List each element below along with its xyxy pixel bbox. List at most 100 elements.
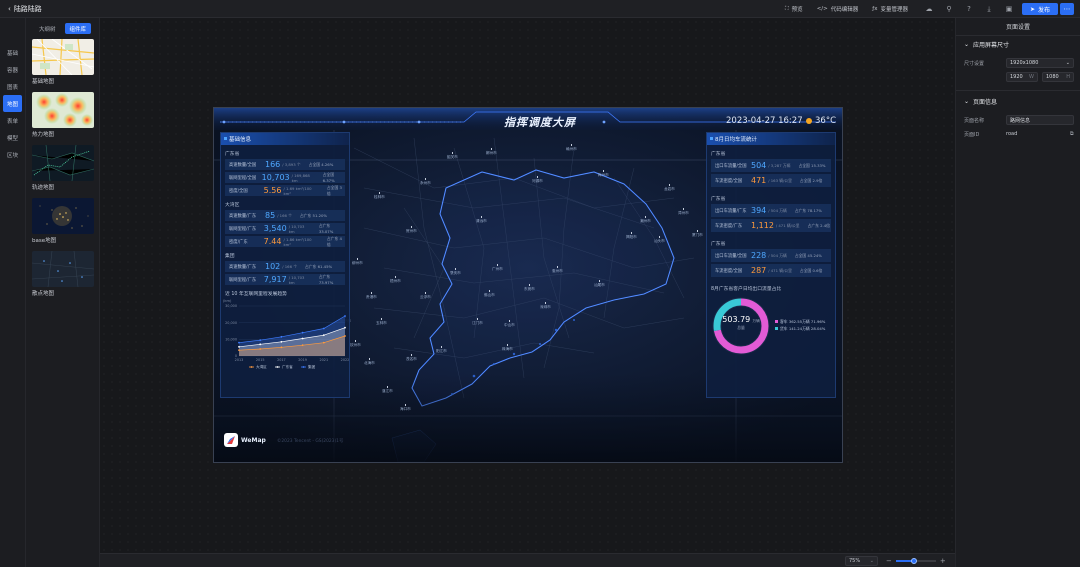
x-tick-label: 2013 [235, 358, 244, 362]
x-tick-label: 2017 [277, 358, 286, 362]
basic-info-panel[interactable]: 基础信息 广东省 高速数量/全国 166/ 3,893 个占全国 4.26% 联网… [220, 132, 350, 398]
city-label: 漳州市 [678, 208, 689, 216]
component-label: 热力地图 [32, 132, 55, 138]
x-tick-label: 2015 [256, 358, 265, 362]
dashboard-datetime: 2023-04-27 16:27 [726, 116, 803, 126]
section-screen-size[interactable]: ⌄ 应用屏幕尺寸 [956, 36, 1080, 52]
tab-outline[interactable]: 大纲树 [34, 23, 61, 34]
download-icon[interactable]: ⤓ [982, 2, 996, 16]
category-rail: 基础 容器 图表 地图 表单 模型 区块 [0, 18, 26, 567]
donut-label: 总量 [737, 325, 745, 330]
y-axis-label: (km) [223, 299, 232, 303]
data-point [301, 337, 304, 340]
cloud-icon[interactable]: ☁ [922, 2, 936, 16]
component-label: 基础地图 [32, 79, 55, 85]
data-point [280, 346, 283, 349]
dashboard-stage[interactable]: 韶关市 河源市 梅州市 潮州市 汕头市 揭阳市 清远市 肇庆市 广州市 惠州市 … [213, 107, 843, 463]
help-icon[interactable]: ? [962, 2, 976, 16]
city-label: 云浮市 [420, 292, 431, 300]
zoom-select[interactable]: 75% ⌄ [845, 556, 878, 566]
section-title: 广东省 [711, 242, 726, 247]
code-editor-button[interactable]: </> 代码编辑器 [817, 5, 859, 13]
x-tick-label: 2019 [298, 358, 307, 362]
city-label: 玉林市 [376, 318, 387, 326]
stat-row: 密度/广东 7.44/ 1.86 km²/100 km² 占广东 4倍 [225, 236, 345, 247]
variable-manager-button[interactable]: ƒx 变量管理器 [872, 5, 908, 13]
rail-item-model[interactable]: 模型 [0, 129, 25, 146]
app-title: 陆路陆路 [13, 4, 42, 13]
stat-row: 车流密度/广东 1,112/ 471 辆/公里 占广东 2.4倍 [711, 219, 831, 232]
city-label: 海口市 [400, 404, 411, 412]
rail-item-form[interactable]: 表单 [0, 112, 25, 129]
dashboard-header: 指挥调度大屏 2023-04-27 16:27 36°C [214, 108, 842, 130]
city-label: 郴州市 [486, 148, 497, 156]
panel-title: 8月日均车流统计 [707, 133, 835, 145]
component-label: 轨迹地图 [32, 185, 55, 191]
zoom-slider[interactable] [895, 557, 936, 564]
width-input[interactable]: 1920 W [1006, 72, 1038, 82]
chevron-down-icon: ⌄ [1065, 60, 1070, 66]
pin-icon[interactable]: ⚲ [942, 2, 956, 16]
size-select[interactable]: 1920x1080 ⌄ [1006, 58, 1074, 68]
send-icon: ➤ [1029, 5, 1035, 13]
page-name-input[interactable]: 路网信息 [1006, 115, 1074, 125]
data-point [322, 341, 325, 344]
stat-row: 车流密度/全国 471/ 163 辆/公里 占全国 2.9倍 [711, 174, 831, 187]
legend-item-passenger: 客车 362.55万辆 71.96% [775, 318, 825, 325]
component-track-map[interactable]: 轨迹地图 [32, 145, 95, 193]
city-label: 龙岩市 [664, 184, 675, 192]
chevron-down-icon: ⌄ [964, 97, 970, 105]
settings-title: 页面设置 [956, 18, 1080, 36]
y-tick-label: 10,000 [225, 338, 237, 342]
traffic-flow-panel[interactable]: 8月日均车流统计 广东省 出口车流量/全国 504/ 3,287 万辆 占全国 15… [706, 132, 836, 398]
city-label: 汕尾市 [594, 280, 605, 288]
section-title: 大湾区 [225, 203, 240, 208]
base-map-thumbnail [32, 198, 94, 234]
zoom-out-icon[interactable]: − [886, 557, 892, 565]
data-point [301, 344, 304, 347]
city-label: 厦门市 [692, 230, 703, 238]
rail-item-basic[interactable]: 基础 [0, 44, 25, 61]
section-title: 广东省 [711, 152, 726, 157]
tab-components[interactable]: 组件库 [64, 23, 92, 34]
city-label: 深圳市 [540, 302, 551, 310]
donut-chart: 503.79 万辆 总量 客车 362.55万辆 71.96% 货车 141.2… [707, 292, 835, 358]
back-button[interactable]: ‹ 陆路陆路 [0, 4, 42, 14]
city-label: 贵港市 [366, 292, 377, 300]
section-page-info[interactable]: ⌄ 页面信息 [956, 93, 1080, 109]
basic-map-thumbnail [32, 39, 94, 75]
status-bar: 75% ⌄ − + [100, 553, 955, 567]
stat-row: 高速数量/广东 102/ 166 个占广东 61.45% [225, 261, 345, 272]
component-basic-map[interactable]: 基础地图 [32, 39, 95, 87]
zoom-in-icon[interactable]: + [940, 557, 946, 565]
component-heat-map[interactable]: 热力地图 [32, 92, 95, 140]
preview-button[interactable]: ⛶ 预览 [785, 5, 803, 14]
rail-item-block[interactable]: 区块 [0, 146, 25, 163]
more-button[interactable]: ⋯ [1060, 3, 1074, 15]
city-label: 梅州市 [598, 170, 609, 178]
data-point [344, 335, 346, 337]
rail-item-chart[interactable]: 图表 [0, 78, 25, 95]
heat-map-thumbnail [32, 92, 94, 128]
data-point [301, 331, 304, 334]
save-icon[interactable]: ▣ [1002, 2, 1016, 16]
rail-item-map[interactable]: 地图 [3, 95, 22, 112]
data-point [344, 315, 346, 317]
component-scatter-map[interactable]: 散点地图 [32, 251, 95, 299]
stat-row: 联网里程/广东 7,917/ 10,703 km 占广东 73.97% [225, 274, 345, 285]
city-label: 河源市 [532, 176, 543, 184]
component-panel: 大纲树 组件库 基础地图 热力地图 轨迹地图 base地图 散点地图 [26, 18, 100, 567]
donut-total: 503.79 [722, 315, 751, 324]
zoom-slider-knob[interactable] [910, 557, 917, 564]
top-toolbar: ‹ 陆路陆路 ⛶ 预览 </> 代码编辑器 ƒx 变量管理器 ☁ ⚲ ? ⤓ ▣… [0, 0, 1080, 18]
city-label: 东莞市 [524, 284, 535, 292]
component-base-map[interactable]: base地图 [32, 198, 95, 246]
city-label: 江门市 [472, 318, 483, 326]
city-label: 韶关市 [447, 152, 458, 160]
copy-icon[interactable]: ⧉ [1070, 131, 1074, 137]
legend-marker [276, 366, 279, 368]
publish-button[interactable]: ➤ 发布 [1022, 3, 1058, 15]
height-input[interactable]: 1080 H [1042, 72, 1074, 82]
rail-item-container[interactable]: 容器 [0, 61, 25, 78]
data-point [344, 326, 346, 329]
